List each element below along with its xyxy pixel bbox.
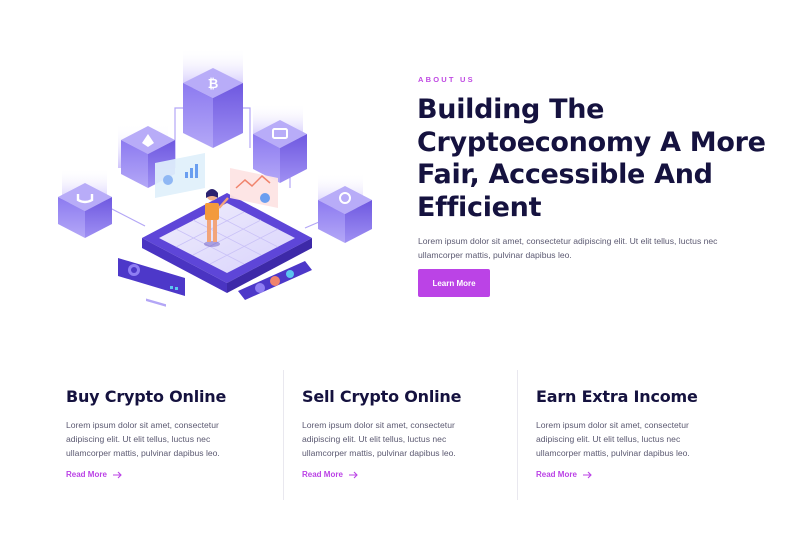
feature-title: Earn Extra Income	[536, 387, 698, 406]
read-more-label: Read More	[66, 470, 107, 479]
read-more-link[interactable]: Read More	[302, 470, 359, 479]
arrow-right-icon	[348, 471, 358, 478]
feature-card-earn: Earn Extra Income Lorem ipsum dolor sit …	[517, 370, 749, 500]
feature-card-buy: Buy Crypto Online Lorem ipsum dolor sit …	[48, 370, 280, 500]
svg-text:₿: ₿	[208, 77, 219, 92]
feature-card-sell: Sell Crypto Online Lorem ipsum dolor sit…	[283, 370, 515, 500]
feature-text: Lorem ipsum dolor sit amet, consectetur …	[302, 420, 456, 458]
about-us-eyebrow: ABOUT US	[418, 75, 475, 84]
learn-more-button[interactable]: Learn More	[418, 269, 490, 297]
arrow-right-icon	[582, 471, 592, 478]
read-more-link[interactable]: Read More	[536, 470, 593, 479]
arrow-right-icon	[112, 471, 122, 478]
read-more-link[interactable]: Read More	[66, 470, 123, 479]
read-more-label: Read More	[302, 470, 343, 479]
feature-title: Sell Crypto Online	[302, 387, 462, 406]
feature-text: Lorem ipsum dolor sit amet, consectetur …	[536, 420, 690, 458]
page-title: Building The Cryptoeconomy A More Fair, …	[417, 94, 766, 223]
read-more-label: Read More	[536, 470, 577, 479]
feature-text: Lorem ipsum dolor sit amet, consectetur …	[66, 420, 220, 458]
crypto-illustration: ₿	[58, 48, 372, 307]
hero-description: Lorem ipsum dolor sit amet, consectetur …	[418, 236, 718, 260]
feature-title: Buy Crypto Online	[66, 387, 227, 406]
